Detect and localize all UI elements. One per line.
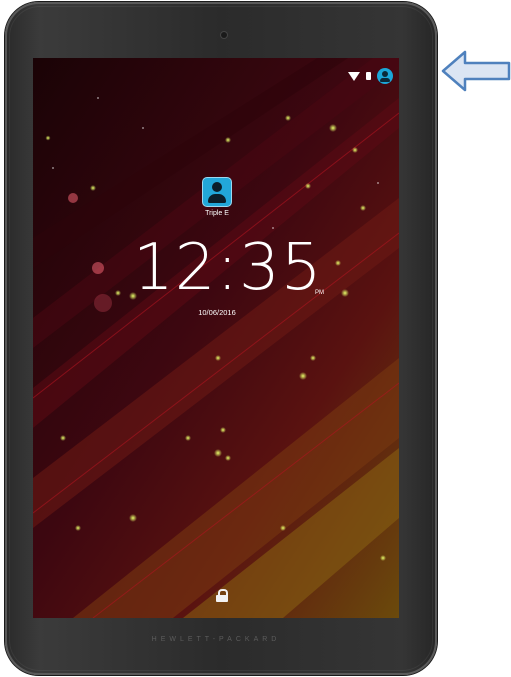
front-camera xyxy=(221,32,227,38)
clock-ampm: PM xyxy=(315,290,324,296)
battery-icon xyxy=(366,72,371,80)
user-avatar-icon[interactable] xyxy=(203,178,231,206)
left-arrow-icon xyxy=(441,50,511,92)
wallpaper xyxy=(33,58,399,618)
lock-screen: Triple E 12:35 PM 10/06/2016 xyxy=(33,58,399,618)
user-switcher-icon[interactable] xyxy=(377,68,393,84)
wifi-icon xyxy=(348,71,360,81)
clock-date: 10/06/2016 xyxy=(198,308,236,317)
lock-icon[interactable] xyxy=(216,589,228,602)
clock-time: 12:35 xyxy=(133,231,323,305)
brand-logo-text: HEWLETT-PACKARD xyxy=(151,636,281,643)
user-name-label: Triple E xyxy=(205,210,229,217)
status-bar xyxy=(348,68,393,84)
